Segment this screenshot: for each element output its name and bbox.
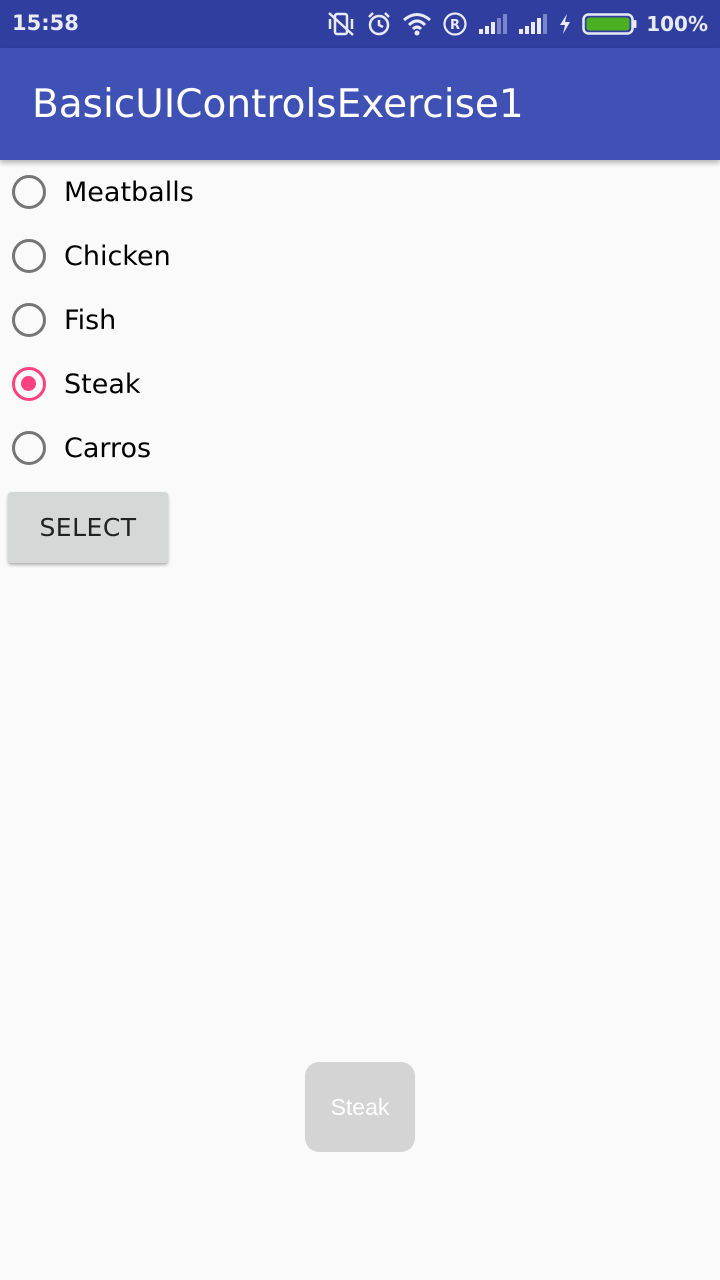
radio-chicken[interactable]: Chicken — [0, 224, 300, 288]
radio-button-icon[interactable] — [12, 303, 46, 337]
radio-fish[interactable]: Fish — [0, 288, 300, 352]
vibrate-icon — [326, 11, 356, 37]
radio-label: Meatballs — [64, 176, 194, 208]
select-button[interactable]: SELECT — [8, 492, 168, 563]
status-icons: R 100% — [326, 8, 708, 40]
status-bar: 15:58 R 100% — [0, 0, 720, 48]
roaming-r-icon: R — [442, 11, 468, 37]
charging-icon — [558, 13, 572, 35]
radio-carros[interactable]: Carros — [0, 416, 300, 480]
radio-button-icon[interactable] — [12, 239, 46, 273]
radio-label: Fish — [64, 304, 117, 336]
battery-percent: 100% — [646, 12, 708, 36]
wifi-icon — [402, 12, 432, 36]
app-title: BasicUIControlsExercise1 — [32, 82, 524, 127]
svg-text:R: R — [450, 18, 460, 33]
radio-meatballs[interactable]: Meatballs — [0, 160, 300, 224]
signal-icon — [478, 13, 508, 35]
radio-button-icon[interactable] — [12, 175, 46, 209]
radio-dot — [21, 376, 36, 391]
battery-icon — [582, 12, 638, 36]
status-time: 15:58 — [12, 11, 79, 35]
signal-icon — [518, 13, 548, 35]
radio-label: Chicken — [64, 240, 171, 272]
alarm-icon — [366, 11, 392, 37]
toast-message: Steak — [305, 1062, 415, 1152]
radio-steak[interactable]: Steak — [0, 352, 300, 416]
radio-label: Carros — [64, 432, 152, 464]
radio-label: Steak — [64, 368, 141, 400]
app-bar: BasicUIControlsExercise1 — [0, 48, 720, 160]
radio-button-icon[interactable] — [12, 431, 46, 465]
radio-button-checked-icon[interactable] — [12, 367, 46, 401]
